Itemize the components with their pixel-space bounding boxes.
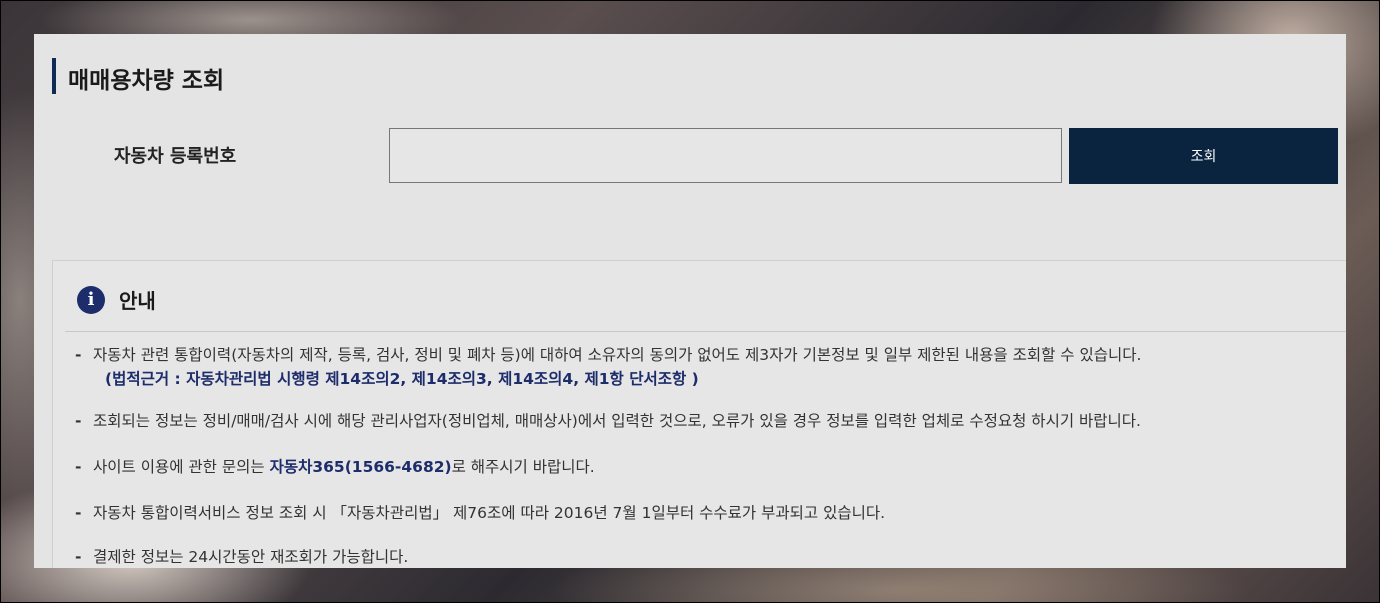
search-button[interactable]: 조회: [1069, 128, 1338, 184]
notice-title: 안내: [119, 289, 156, 313]
notice-item-text: 결제한 정보는 24시간동안 재조회가 가능합니다.: [93, 548, 409, 566]
notice-header: i 안내: [77, 285, 156, 314]
legal-basis-text: (법적근거 : 자동차관리법 시행령 제14조의2, 제14조의3, 제14조의…: [105, 370, 699, 388]
registration-number-input[interactable]: [389, 128, 1062, 183]
notice-item-suffix: 로 해주시기 바랍니다.: [451, 458, 595, 476]
notice-divider: [65, 331, 1346, 332]
bullet-dash-icon: -: [75, 412, 82, 430]
info-icon: i: [77, 285, 105, 314]
bullet-dash-icon: -: [75, 346, 82, 364]
notice-item: - 자동차 통합이력서비스 정보 조회 시 「자동차관리법」 제76조에 따라 2…: [75, 503, 885, 524]
notice-item: - 자동차 관련 통합이력(자동차의 제작, 등록, 검사, 정비 및 폐차 등)…: [75, 345, 1141, 366]
vehicle-lookup-panel: 매매용차량 조회 자동차 등록번호 조회 i 안내 - 자동차 관련 통합이력(자…: [34, 34, 1346, 568]
bullet-dash-icon: -: [75, 458, 82, 476]
notice-item-text: 자동차 관련 통합이력(자동차의 제작, 등록, 검사, 정비 및 폐차 등)에…: [93, 346, 1142, 364]
page-title: 매매용차량 조회: [68, 68, 225, 94]
contact-highlight: 자동차365(1566-4682): [269, 458, 452, 476]
notice-item: - 조회되는 정보는 정비/매매/검사 시에 해당 관리사업자(정비업체, 매매상…: [75, 411, 1141, 432]
notice-box: i 안내 - 자동차 관련 통합이력(자동차의 제작, 등록, 검사, 정비 및 …: [52, 260, 1346, 568]
notice-item: - 결제한 정보는 24시간동안 재조회가 가능합니다.: [75, 547, 408, 568]
title-accent-bar: [52, 58, 56, 94]
bullet-dash-icon: -: [75, 504, 82, 522]
registration-number-label: 자동차 등록번호: [114, 146, 237, 167]
bullet-dash-icon: -: [75, 548, 82, 566]
notice-item-text: 조회되는 정보는 정비/매매/검사 시에 해당 관리사업자(정비업체, 매매상사…: [93, 412, 1141, 430]
notice-item-text: 자동차 통합이력서비스 정보 조회 시 「자동차관리법」 제76조에 따라 20…: [93, 504, 886, 522]
notice-item: - 사이트 이용에 관한 문의는 자동차365(1566-4682)로 해주시기 …: [75, 457, 595, 478]
notice-item-prefix: 사이트 이용에 관한 문의는: [93, 458, 270, 476]
